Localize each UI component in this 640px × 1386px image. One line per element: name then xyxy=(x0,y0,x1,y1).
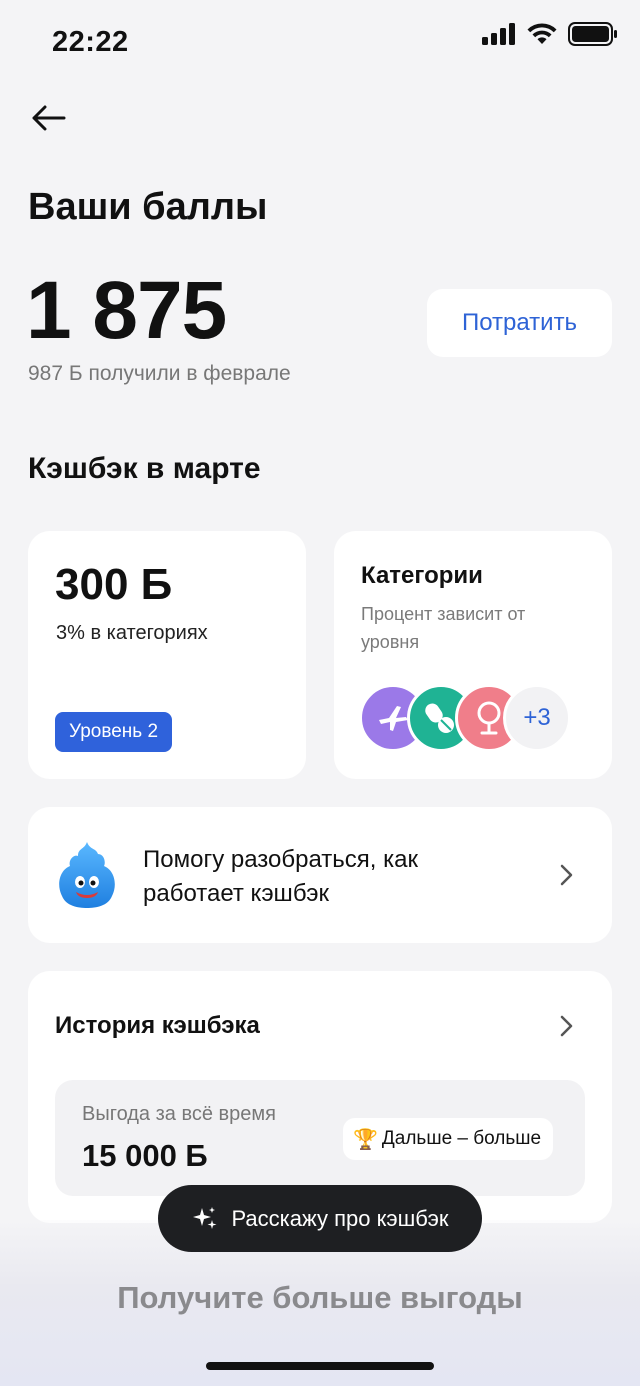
promo-title: Получите больше выгоды xyxy=(117,1280,523,1315)
chip-label: Дальше – больше xyxy=(381,1128,542,1149)
level-badge[interactable]: Уровень 2 xyxy=(55,712,173,752)
cellular-signal-icon xyxy=(482,23,515,45)
benefit-value: 15 000 Б xyxy=(82,1138,208,1173)
points-earned-subtitle: 987 Б получили в феврале xyxy=(28,362,291,385)
cashback-section-title: Кэшбэк в марте xyxy=(28,452,261,485)
status-bar: 22:22 xyxy=(0,0,640,88)
points-balance: 1 875 xyxy=(26,265,227,356)
helper-text: Помогу разобраться, как работает кэшбэк xyxy=(143,843,418,911)
chevron-right-icon xyxy=(560,1015,573,1037)
wifi-icon xyxy=(527,23,557,44)
cashback-value: 300 Б xyxy=(55,560,173,609)
home-indicator xyxy=(206,1362,434,1370)
more-categories-badge[interactable]: +3 xyxy=(503,684,571,752)
helper-text-line-2: работает кэшбэк xyxy=(143,880,330,907)
benefit-label: Выгода за всё время xyxy=(82,1103,276,1125)
category-icons: +3 xyxy=(359,684,591,752)
page-title: Ваши баллы xyxy=(28,186,268,228)
categories-title: Категории xyxy=(361,562,483,589)
categories-subtitle: Процент зависит от уровня xyxy=(361,604,526,652)
back-button[interactable] xyxy=(26,96,70,140)
more-is-better-chip[interactable]: 🏆 Дальше – больше xyxy=(343,1118,554,1160)
trophy-icon: 🏆 xyxy=(353,1128,378,1151)
chevron-right-icon xyxy=(560,864,573,886)
cashback-subtitle: 3% в категориях xyxy=(56,622,208,644)
history-title: История кэшбэка xyxy=(55,1012,260,1039)
ai-assistant-label: Расскажу про кэшбэк xyxy=(231,1205,449,1231)
arrow-left-icon xyxy=(32,105,66,131)
sparkle-icon xyxy=(193,1206,217,1229)
battery-icon xyxy=(568,22,617,46)
mascot-icon xyxy=(59,842,115,908)
ai-assistant-button[interactable]: Расскажу про кэшбэк xyxy=(158,1185,482,1252)
status-icons xyxy=(482,22,618,46)
status-time: 22:22 xyxy=(52,26,129,58)
spend-button[interactable]: Потратить xyxy=(427,289,612,357)
helper-text-line-1: Помогу разобраться, как xyxy=(143,846,418,873)
